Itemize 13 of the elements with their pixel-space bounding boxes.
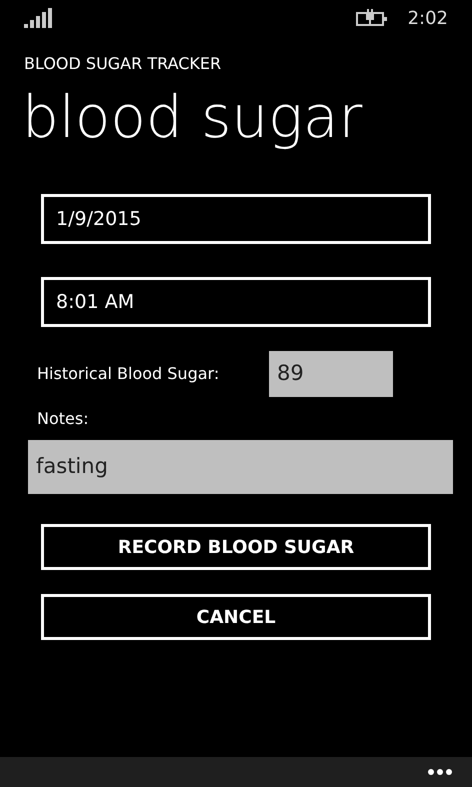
notes-field[interactable]: fasting (28, 440, 453, 494)
historical-label: Historical Blood Sugar: (37, 363, 220, 385)
clock-time: 2:02 (408, 6, 448, 30)
time-field[interactable]: 8:01 AM (41, 277, 431, 327)
blood-sugar-field[interactable]: 89 (269, 351, 393, 397)
cancel-button[interactable]: CANCEL (41, 594, 431, 640)
battery-charging-icon (356, 9, 388, 27)
date-field[interactable]: 1/9/2015 (41, 194, 431, 244)
signal-icon (24, 8, 54, 28)
record-button[interactable]: RECORD BLOOD SUGAR (41, 524, 431, 570)
notes-label: Notes: (37, 408, 89, 430)
app-title: BLOOD SUGAR TRACKER (24, 53, 222, 75)
more-icon[interactable] (428, 769, 452, 775)
